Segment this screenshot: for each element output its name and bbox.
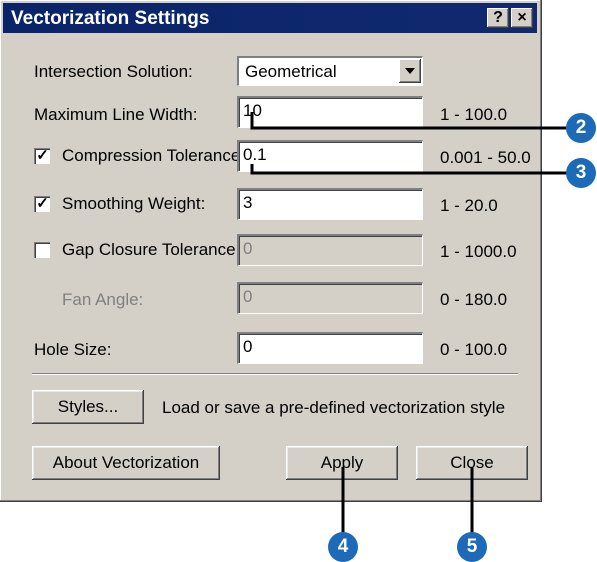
callout-leaders <box>250 112 570 534</box>
callout-5: 5 <box>457 532 487 562</box>
callout-3-leader <box>250 164 570 175</box>
callout-3: 3 <box>566 158 596 188</box>
callout-2: 2 <box>566 113 596 143</box>
callout-2-leader <box>250 112 570 130</box>
callout-4: 4 <box>328 532 358 562</box>
